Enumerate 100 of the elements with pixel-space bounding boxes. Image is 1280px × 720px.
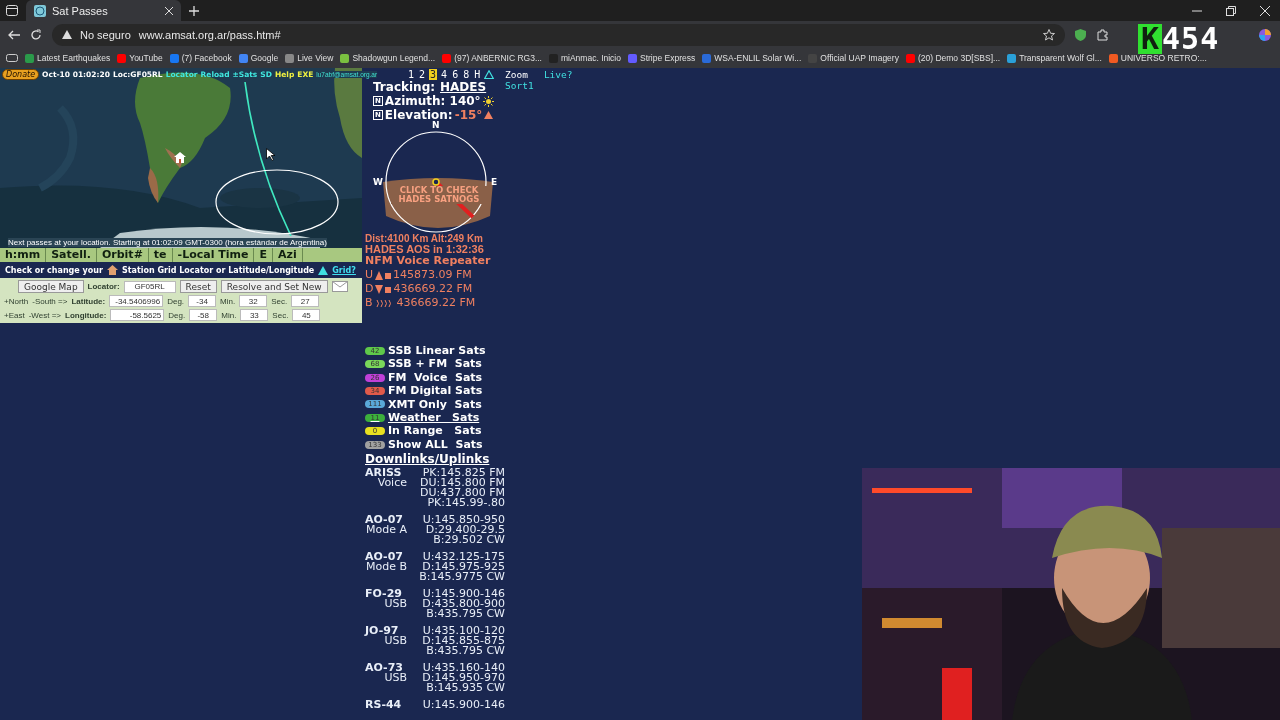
stream-counter: K454: [1138, 24, 1220, 54]
hours-option[interactable]: 8: [462, 68, 471, 80]
satellite-name: FO-29: [365, 589, 402, 600]
seconds-field[interactable]: 45: [292, 309, 321, 321]
bookmark-link[interactable]: YouTube: [117, 53, 163, 63]
band-label: D: [365, 282, 374, 296]
column-header[interactable]: h:mm: [0, 248, 47, 262]
bookmark-link[interactable]: Transparent Wolf Gl...: [1007, 53, 1102, 63]
tab-title: Sat Passes: [52, 4, 108, 17]
bookmark-link[interactable]: Official UAP Imagery: [808, 53, 899, 63]
bookmark-link[interactable]: miAnmac. Inicio: [549, 53, 621, 63]
triangle-icon[interactable]: [484, 69, 495, 79]
resolve-button[interactable]: Resolve and Set New: [220, 280, 328, 293]
band-label: U: [365, 268, 374, 282]
frequency-line: PK:145.99-.80: [427, 498, 505, 509]
triangle-icon[interactable]: [318, 265, 329, 275]
back-icon[interactable]: [8, 29, 20, 40]
column-header[interactable]: Satell.: [46, 248, 97, 262]
bookmark-link[interactable]: (97) ANBERNIC RG3...: [442, 53, 542, 63]
puzzle-icon[interactable]: [1096, 28, 1108, 41]
bookmark-icon: [442, 53, 452, 63]
url-text: www.amsat.org.ar/pass.htm#: [138, 28, 281, 41]
satellite-name: AO-73: [365, 663, 403, 674]
tab-menu-icon[interactable]: [6, 5, 18, 16]
bookmark-icon: [702, 53, 712, 63]
hours-option[interactable]: 3: [429, 68, 438, 80]
frequency-line: B:145.9775 CW: [419, 572, 505, 583]
unit-label: Deg.: [168, 310, 186, 320]
degrees-field[interactable]: -34: [188, 295, 217, 307]
column-header[interactable]: E: [254, 248, 273, 262]
star-icon[interactable]: [1043, 28, 1055, 41]
google-map-button[interactable]: Google Map: [18, 280, 84, 293]
hours-option[interactable]: 4: [440, 68, 449, 80]
close-icon[interactable]: [165, 6, 173, 15]
frequency-line: U:145.850-950: [422, 515, 505, 526]
column-header[interactable]: Orbit#: [96, 248, 149, 262]
seconds-field[interactable]: 27: [291, 295, 320, 307]
address-bar[interactable]: No seguro www.amsat.org.ar/pass.htm#: [52, 23, 1065, 46]
bookmark-link[interactable]: (7) Facebook: [169, 53, 232, 63]
mode-label: Mode A: [365, 525, 407, 536]
envelope-icon[interactable]: [331, 281, 348, 292]
bookmark-icon: [549, 53, 558, 63]
bookmark-link[interactable]: Google: [238, 53, 279, 63]
hours-option[interactable]: H: [473, 68, 482, 80]
donate-button[interactable]: Donate: [2, 69, 40, 80]
hours-option[interactable]: 6: [451, 68, 460, 80]
browser-tab[interactable]: Sat Passes: [26, 0, 181, 21]
new-tab-icon[interactable]: [189, 5, 199, 16]
bookmark-link[interactable]: Shadowgun Legend...: [340, 53, 436, 63]
frequency-line: U:435.100-120: [422, 626, 505, 637]
decimal-field[interactable]: -34.5406996: [109, 295, 164, 307]
downlinks-link[interactable]: Downlinks/Uplinks: [365, 452, 505, 467]
grid-link[interactable]: Grid?: [332, 265, 356, 275]
column-header[interactable]: Azi: [272, 248, 303, 262]
bookmark-link[interactable]: Latest Earthquakes: [25, 53, 111, 63]
locator-field[interactable]: GF05RL: [123, 280, 176, 293]
minutes-field[interactable]: 32: [239, 295, 268, 307]
hours-option[interactable]: 1: [407, 68, 416, 80]
minutes-field[interactable]: 33: [240, 309, 269, 321]
restore-icon[interactable]: [1226, 5, 1236, 16]
bookmark-link[interactable]: Stripe Express: [628, 53, 696, 63]
colorful-logo-icon[interactable]: [1258, 27, 1272, 42]
up-arrow-icon: [375, 270, 392, 280]
zoom-link[interactable]: Zoom: [505, 69, 528, 80]
mode-label: Voice: [376, 478, 407, 489]
sort-link[interactable]: Sort1: [505, 80, 1280, 91]
frequency-text: 145873.09 FM: [393, 268, 472, 282]
frequency-line: B:29.502 CW: [433, 535, 505, 546]
live-link[interactable]: Live?: [543, 69, 573, 80]
reload-icon[interactable]: [30, 28, 42, 41]
degrees-field[interactable]: -58: [189, 309, 218, 321]
bookmark-link[interactable]: Live View: [285, 53, 334, 63]
mode-label: Mode B: [365, 562, 407, 573]
warning-icon: [62, 30, 72, 39]
frequency-line: D:145.855-875: [422, 636, 505, 647]
bookmark-icon: [169, 53, 179, 63]
column-header[interactable]: -Local Time: [172, 248, 255, 262]
bookmark-link[interactable]: (20) Demo 3D[SBS]...: [905, 53, 1001, 63]
frequency-line: U:145.900-146: [422, 589, 505, 600]
tracking-label: Tracking:: [373, 80, 436, 94]
next-passes-text: Next passes at your location. Starting at 01:02:09 GMT-0300 (hora estándar de Argentina): [8, 238, 327, 247]
station-label: Station Grid Locator or Latitude/Longitude: [121, 265, 315, 275]
shield-icon[interactable]: [1075, 28, 1086, 41]
bookmark-link[interactable]: WSA-ENLIL Solar Wi...: [702, 53, 802, 63]
bookmark-link[interactable]: UNIVERSO RETRO:...: [1108, 53, 1207, 63]
home-icon: [174, 152, 186, 163]
down-arrow-icon: [375, 284, 392, 294]
column-header[interactable]: te: [148, 248, 173, 262]
decimal-field[interactable]: -58.5625: [110, 309, 165, 321]
hours-option[interactable]: 2: [418, 68, 427, 80]
satellite-link[interactable]: HADES: [440, 80, 487, 94]
close-icon[interactable]: [1260, 5, 1270, 16]
mode-label: USB: [383, 599, 407, 610]
cursor-icon: [266, 148, 275, 161]
frequency-line: B:145.935 CW: [426, 683, 505, 694]
apps-icon[interactable]: [6, 54, 18, 62]
mode-label: USB: [384, 636, 407, 647]
bookmark-icon: [1007, 53, 1017, 63]
reset-button[interactable]: Reset: [179, 280, 217, 293]
frequency-line: D:145.975-925: [422, 562, 505, 573]
